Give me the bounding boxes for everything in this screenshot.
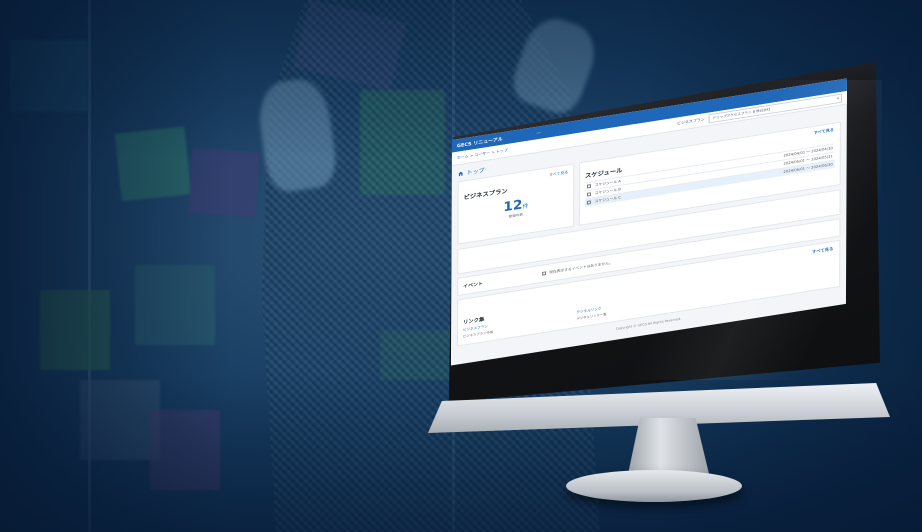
calendar-icon: [586, 200, 591, 205]
calendar-icon: [586, 184, 591, 189]
calendar-icon: [542, 271, 547, 276]
event-heading: イベント: [463, 280, 483, 290]
links-more-link[interactable]: すべて見る: [812, 246, 833, 255]
business-plan-count-unit: 件: [522, 202, 529, 211]
calendar-icon: [586, 192, 591, 197]
business-plan-card: すべて見る ビジネスプラン 12件 登録件数: [457, 163, 575, 245]
plan-selector-label: ビジネスプラン: [677, 116, 705, 126]
event-message-text: 現在表示するイベントはありません。: [549, 260, 613, 275]
event-message: 現在表示するイベントはありません。: [542, 260, 613, 276]
header-separator: ー: [536, 130, 542, 137]
schedule-item-label: スケジュール C: [594, 194, 621, 204]
page-title-text: トップ: [466, 167, 485, 177]
home-icon: [458, 171, 464, 176]
